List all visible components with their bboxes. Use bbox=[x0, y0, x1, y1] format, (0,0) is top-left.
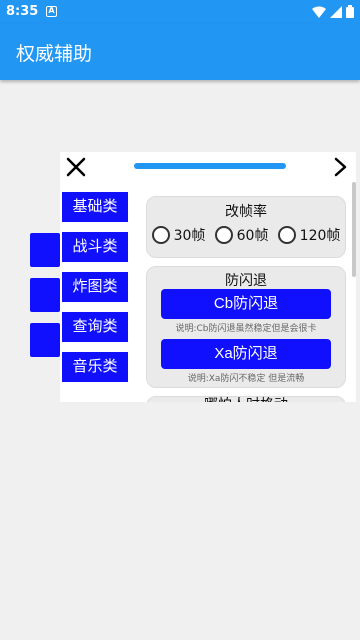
radio-circle-icon[interactable] bbox=[277, 226, 296, 244]
anti-crash-section: 防闪退 Cb防闪退 说明:Cb防闪退虽然稳定但是会很卡 Xa防闪退 说明:Xa防… bbox=[146, 266, 346, 388]
fps-option-30[interactable]: 30帧 bbox=[151, 225, 206, 245]
fps-option-label: 120帧 bbox=[299, 228, 341, 244]
notification-a-icon: A bbox=[46, 6, 57, 17]
scrollbar[interactable] bbox=[352, 182, 356, 277]
next-section: 哪怕人时格动 bbox=[146, 396, 346, 402]
close-icon[interactable] bbox=[65, 156, 87, 178]
anti-crash-section-title: 防闪退 bbox=[225, 273, 267, 289]
fps-option-120[interactable]: 120帧 bbox=[277, 225, 341, 245]
wifi-icon bbox=[312, 5, 326, 18]
fps-option-60[interactable]: 60帧 bbox=[214, 225, 269, 245]
category-combat-button[interactable]: 战斗类 bbox=[62, 232, 128, 262]
radio-circle-icon[interactable] bbox=[151, 226, 170, 244]
cb-anti-crash-description: 说明:Cb防闪退虽然稳定但是会很卡 bbox=[175, 324, 317, 334]
floating-menu-panel: 基础类 战斗类 炸图类 查询类 音乐类 改帧率 30帧 60帧 120帧 防闪退… bbox=[60, 152, 356, 402]
app-title: 权威辅助 bbox=[16, 43, 93, 65]
xa-anti-crash-button[interactable]: Xa防闪退 bbox=[161, 339, 331, 369]
signal-icon bbox=[330, 5, 342, 18]
fps-option-label: 30帧 bbox=[173, 228, 206, 244]
left-side-tab-1[interactable] bbox=[30, 233, 60, 267]
status-bar: 8:35 A bbox=[0, 0, 360, 24]
xa-anti-crash-description: 说明:Xa防闪不稳定 但是流畅 bbox=[187, 374, 305, 384]
category-basic-button[interactable]: 基础类 bbox=[62, 192, 128, 222]
category-music-button[interactable]: 音乐类 bbox=[62, 352, 128, 382]
chevron-right-icon[interactable] bbox=[329, 156, 351, 178]
fps-section-title: 改帧率 bbox=[225, 204, 267, 220]
fps-radio-group: 30帧 60帧 120帧 bbox=[147, 225, 345, 245]
cb-anti-crash-button[interactable]: Cb防闪退 bbox=[161, 289, 331, 319]
battery-icon bbox=[346, 5, 354, 18]
left-side-tab-2[interactable] bbox=[30, 278, 60, 312]
fps-section: 改帧率 30帧 60帧 120帧 bbox=[146, 196, 346, 258]
next-section-title: 哪怕人时格动 bbox=[147, 394, 345, 402]
left-side-tab-3[interactable] bbox=[30, 323, 60, 357]
category-bomb-map-button[interactable]: 炸图类 bbox=[62, 272, 128, 302]
app-bar: 权威辅助 bbox=[0, 24, 360, 80]
status-time: 8:35 bbox=[6, 4, 39, 19]
fps-option-label: 60帧 bbox=[236, 228, 269, 244]
drag-handle-bar[interactable] bbox=[134, 163, 286, 169]
category-query-button[interactable]: 查询类 bbox=[62, 312, 128, 342]
radio-circle-icon[interactable] bbox=[214, 226, 233, 244]
